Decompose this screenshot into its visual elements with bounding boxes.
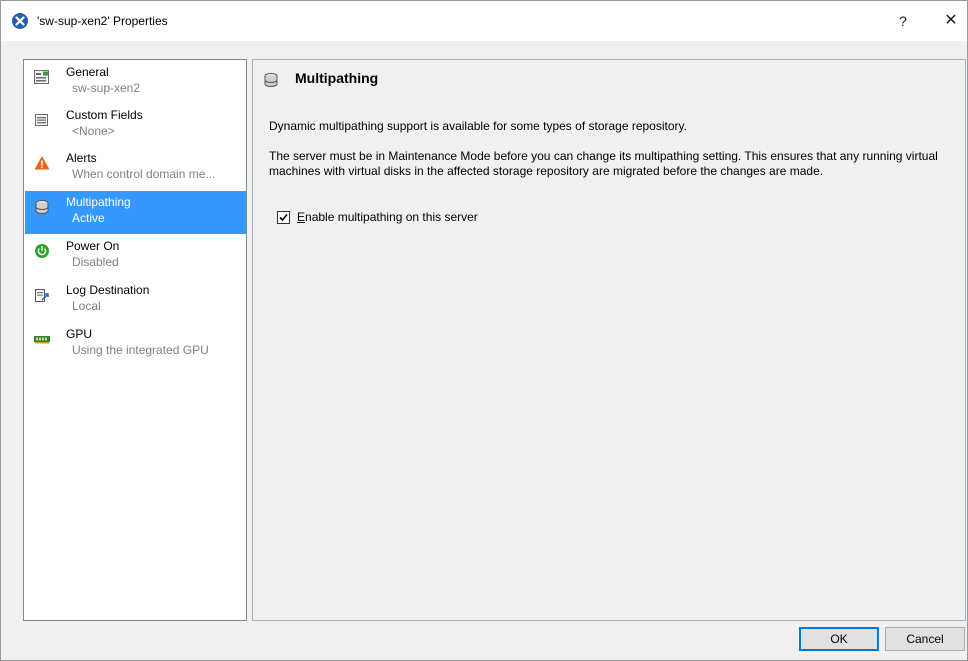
storage-icon [35, 200, 49, 214]
sidebar-item-power-on[interactable]: Power On Disabled [25, 235, 246, 278]
warning-icon [34, 156, 50, 170]
sidebar-item-sublabel: <None> [72, 124, 115, 138]
sidebar-item-gpu[interactable]: GPU Using the integrated GPU [25, 323, 246, 366]
checkbox-label-accelerator: E [297, 210, 306, 224]
sidebar-item-custom-fields[interactable]: Custom Fields <None> [25, 104, 246, 147]
checkbox-label-text: nable multipathing on this server [305, 210, 478, 224]
sidebar-item-label: General [66, 65, 109, 79]
description-text: Dynamic multipathing support is availabl… [269, 119, 687, 133]
sidebar-item-sublabel: When control domain me... [72, 167, 216, 181]
sidebar-item-label: Log Destination [66, 283, 150, 297]
sidebar-item-label: Multipathing [66, 195, 131, 209]
sidebar-item-sublabel: Disabled [72, 255, 119, 269]
window-title: 'sw-sup-xen2' Properties [37, 14, 168, 28]
help-button[interactable]: ? [889, 7, 917, 35]
sidebar-item-log-destination[interactable]: Log Destination Local [25, 279, 246, 322]
checkbox-label: Enable multipathing on this server [297, 210, 478, 224]
checkmark-icon [279, 213, 288, 222]
sidebar-item-label: GPU [66, 327, 93, 341]
sidebar-item-label: Power On [66, 239, 120, 253]
close-button[interactable]: ✕ [937, 7, 965, 35]
sidebar-item-sublabel: Local [72, 299, 101, 313]
title-bar: 'sw-sup-xen2' Properties ? ✕ [1, 1, 967, 41]
sidebar-item-multipathing[interactable]: Multipathing Active [25, 191, 246, 234]
general-icon [34, 70, 49, 84]
xencenter-logo-icon [12, 13, 28, 29]
sidebar-item-sublabel: Using the integrated GPU [72, 343, 209, 357]
checkbox-box[interactable] [277, 211, 290, 224]
sidebar-item-sublabel: Active [72, 211, 105, 225]
settings-sidebar: General sw-sup-xen2 Custom Fields <None>… [23, 59, 247, 621]
cancel-button[interactable]: Cancel [885, 627, 965, 651]
sidebar-item-alerts[interactable]: Alerts When control domain me... [25, 147, 246, 190]
ok-button[interactable]: OK [799, 627, 879, 651]
power-icon [35, 244, 49, 258]
panel-title: Multipathing [295, 70, 379, 86]
gpu-icon [34, 336, 50, 344]
storage-icon [264, 73, 278, 87]
sidebar-item-sublabel: sw-sup-xen2 [72, 81, 141, 95]
maintenance-mode-notice: The server must be in Maintenance Mode b… [269, 149, 938, 178]
custom-fields-icon [35, 114, 48, 126]
multipathing-panel: Multipathing Dynamic multipathing suppor… [252, 59, 966, 621]
log-destination-icon [35, 289, 49, 302]
sidebar-item-general[interactable]: General sw-sup-xen2 [25, 61, 246, 104]
sidebar-item-label: Alerts [66, 151, 97, 165]
sidebar-item-label: Custom Fields [66, 108, 143, 122]
properties-dialog: 'sw-sup-xen2' Properties ? ✕ General sw-… [0, 0, 968, 661]
